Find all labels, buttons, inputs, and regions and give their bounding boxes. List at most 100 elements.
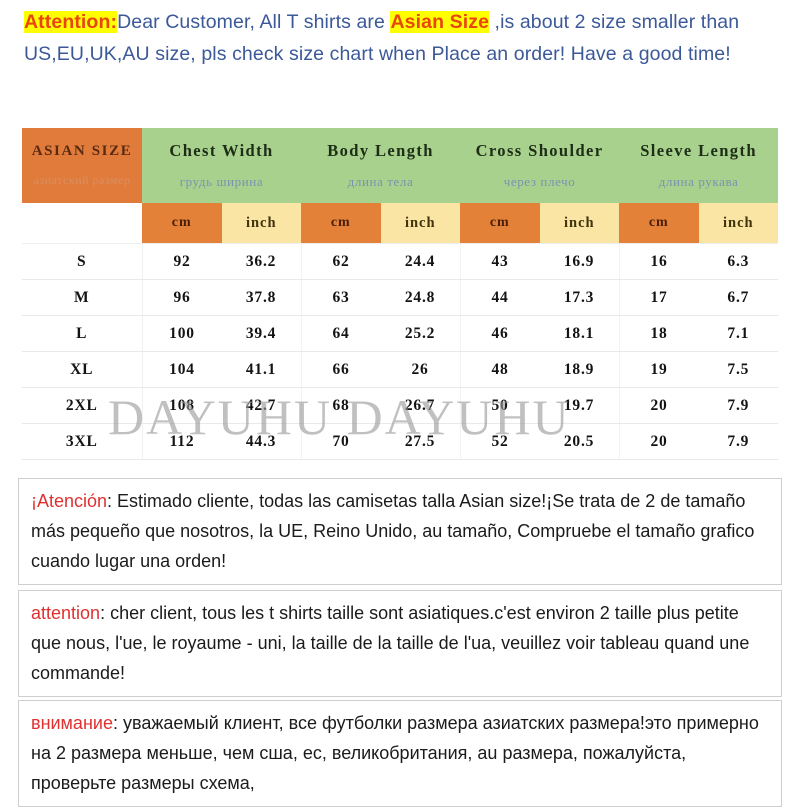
notice-keyword-spanish: ¡Atención [31, 491, 108, 511]
cell-body-in: 25.2 [380, 315, 461, 352]
header-asian-size: ASIAN SIZE азиатский размер [22, 128, 142, 203]
header-asian-size-en: ASIAN SIZE [31, 143, 133, 159]
cell-body-cm: 70 [300, 423, 381, 460]
cell-shoulder-in: 18.1 [539, 315, 620, 352]
cell-body-cm: 68 [300, 387, 381, 424]
unit-sleeve-cm: cm [619, 203, 699, 244]
unit-sleeve-inch: inch [698, 203, 779, 244]
table-row: L 100 39.4 64 25.2 46 18.1 18 7.1 [22, 315, 779, 352]
cell-body-cm: 66 [300, 351, 381, 388]
header-chest-width-ru: грудь ширина [179, 174, 264, 189]
header-body-length-en: Body Length [327, 141, 434, 160]
table-row: M 96 37.8 63 24.8 44 17.3 17 6.7 [22, 279, 779, 316]
cell-sleeve-cm: 20 [618, 387, 699, 424]
header-chest-width-en: Chest Width [169, 141, 274, 160]
cell-chest-cm: 104 [141, 351, 222, 388]
cell-body-in: 24.8 [380, 279, 461, 316]
header-cross-shoulder-en: Cross Shoulder [475, 141, 604, 160]
cell-shoulder-cm: 46 [459, 315, 540, 352]
cell-sleeve-in: 7.1 [698, 315, 779, 352]
cell-sleeve-in: 6.7 [698, 279, 779, 316]
cell-chest-cm: 112 [141, 423, 222, 460]
cell-chest-cm: 96 [141, 279, 222, 316]
cell-chest-in: 41.1 [221, 351, 302, 388]
cell-chest-in: 42.7 [221, 387, 302, 424]
size-chart-table: ASIAN SIZE азиатский размер Chest Width … [22, 128, 779, 460]
cell-chest-in: 44.3 [221, 423, 302, 460]
cell-size-label: 3XL [22, 423, 143, 460]
unit-body-inch: inch [380, 203, 461, 244]
table-row: S 92 36.2 62 24.4 43 16.9 16 6.3 [22, 243, 779, 280]
cell-sleeve-cm: 16 [618, 243, 699, 280]
cell-shoulder-cm: 43 [459, 243, 540, 280]
top-attention-notice: Attention:Dear Customer, All T shirts ar… [24, 6, 784, 70]
unit-blank-cell [22, 203, 142, 244]
notice-block-spanish: ¡Atención: Estimado cliente, todas las c… [18, 478, 782, 585]
cell-body-in: 27.5 [380, 423, 461, 460]
cell-shoulder-in: 16.9 [539, 243, 620, 280]
cell-shoulder-in: 20.5 [539, 423, 620, 460]
cell-chest-in: 37.8 [221, 279, 302, 316]
cell-size-label: M [22, 279, 143, 316]
header-sleeve-length: Sleeve Length длина рукава [619, 128, 779, 203]
cell-shoulder-in: 18.9 [539, 351, 620, 388]
cell-shoulder-cm: 52 [459, 423, 540, 460]
cell-sleeve-cm: 18 [618, 315, 699, 352]
cell-chest-cm: 108 [141, 387, 222, 424]
notice-keyword-russian: внимание [31, 713, 113, 733]
header-sleeve-length-en: Sleeve Length [640, 141, 757, 160]
size-chart-header: ASIAN SIZE азиатский размер Chest Width … [22, 128, 779, 244]
cell-body-cm: 64 [300, 315, 381, 352]
cell-sleeve-in: 6.3 [698, 243, 779, 280]
unit-shoulder-inch: inch [539, 203, 620, 244]
notice-keyword-french: attention [31, 603, 101, 623]
unit-chest-cm: cm [142, 203, 222, 244]
cell-sleeve-cm: 19 [618, 351, 699, 388]
cell-size-label: XL [22, 351, 143, 388]
header-sleeve-length-ru: длина рукава [658, 174, 739, 189]
header-body-length: Body Length длина тела [301, 128, 461, 203]
cell-shoulder-in: 17.3 [539, 279, 620, 316]
cell-body-in: 24.4 [380, 243, 461, 280]
header-chest-width: Chest Width грудь ширина [142, 128, 302, 203]
cell-sleeve-cm: 20 [618, 423, 699, 460]
cell-sleeve-in: 7.5 [698, 351, 779, 388]
header-asian-size-ru: азиатский размер [33, 173, 131, 187]
cell-size-label: 2XL [22, 387, 143, 424]
unit-shoulder-cm: cm [460, 203, 540, 244]
cell-shoulder-cm: 44 [459, 279, 540, 316]
attention-text-part1: Dear Customer, All T shirts are [117, 11, 391, 33]
notice-block-french: attention: cher client, tous les t shirt… [18, 590, 782, 697]
size-chart-body: S 92 36.2 62 24.4 43 16.9 16 6.3 M 96 37.8 63 24.8 44 1… [22, 243, 779, 460]
unit-body-cm: cm [301, 203, 381, 244]
cell-body-in: 26 [380, 351, 461, 388]
header-body-length-ru: длина тела [347, 174, 414, 189]
cell-size-label: S [22, 243, 143, 280]
header-cross-shoulder-ru: через плечо [503, 174, 576, 189]
cell-body-cm: 63 [300, 279, 381, 316]
cell-chest-in: 39.4 [221, 315, 302, 352]
header-row-units: cm inch cm inch cm inch cm inch [22, 203, 779, 244]
asian-size-highlight-label: Asian Size [390, 11, 490, 33]
cell-sleeve-cm: 17 [618, 279, 699, 316]
cell-sleeve-in: 7.9 [698, 387, 779, 424]
unit-chest-inch: inch [221, 203, 302, 244]
header-row-titles: ASIAN SIZE азиатский размер Chest Width … [22, 128, 779, 203]
cell-shoulder-in: 19.7 [539, 387, 620, 424]
cell-body-in: 26.7 [380, 387, 461, 424]
table-row: XL 104 41.1 66 26 48 18.9 19 7.5 [22, 351, 779, 388]
notice-body-spanish: : Estimado cliente, todas las camisetas … [31, 491, 755, 571]
cell-shoulder-cm: 50 [459, 387, 540, 424]
table-row: 2XL 108 42.7 68 26.7 50 19.7 20 7.9 [22, 387, 779, 424]
cell-size-label: L [22, 315, 143, 352]
notice-body-russian: : уважаемый клиент, все футболки размера… [31, 713, 759, 793]
notice-body-french: : cher client, tous les t shirts taille … [31, 603, 750, 683]
cell-body-cm: 62 [300, 243, 381, 280]
cell-chest-in: 36.2 [221, 243, 302, 280]
attention-highlight-label: Attention: [24, 11, 118, 33]
header-cross-shoulder: Cross Shoulder через плечо [460, 128, 620, 203]
cell-sleeve-in: 7.9 [698, 423, 779, 460]
notice-block-russian: внимание: уважаемый клиент, все футболки… [18, 700, 782, 807]
cell-chest-cm: 92 [141, 243, 222, 280]
cell-shoulder-cm: 48 [459, 351, 540, 388]
